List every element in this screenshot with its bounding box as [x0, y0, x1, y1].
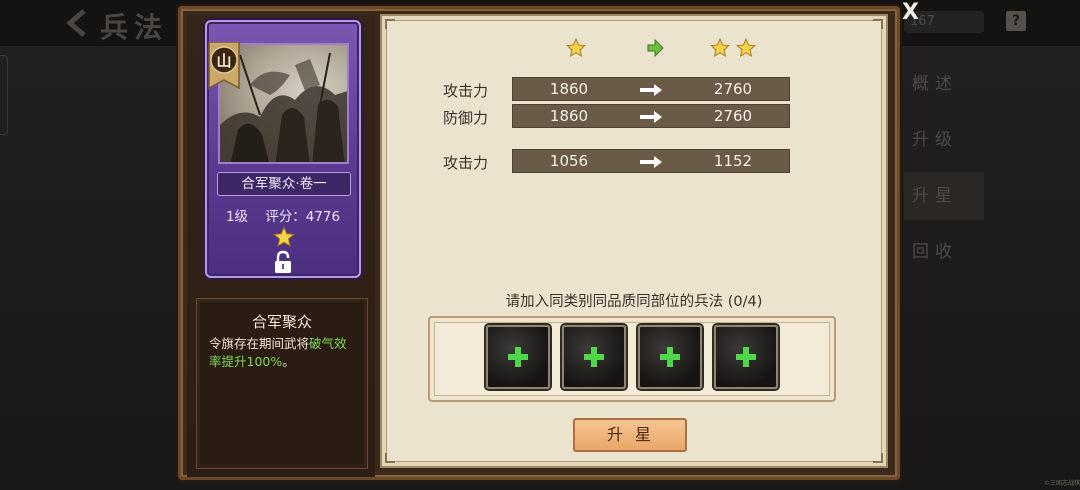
tab-level-up[interactable]: 升级: [904, 116, 984, 164]
arrow-right-icon: [640, 84, 662, 96]
star-icon: [273, 226, 295, 247]
tab-star-up[interactable]: 升星: [904, 172, 984, 220]
plus-icon: [736, 347, 756, 367]
card-level: 1级: [225, 209, 249, 225]
description-text: 令旗存在期间武将破气效率提升100%。: [209, 336, 347, 369]
panel-corner: [873, 453, 883, 463]
card-level-score: 1级 评分：4776: [207, 205, 359, 225]
material-slot[interactable]: [562, 325, 626, 389]
left-edge-tab: [0, 55, 8, 135]
plus-icon: [584, 347, 604, 367]
help-button[interactable]: ?: [1006, 11, 1026, 31]
panel-corner: [873, 19, 883, 29]
plus-icon: [660, 347, 680, 367]
arrow-right-icon: [640, 111, 662, 123]
arrow-right-icon: [647, 38, 664, 58]
stat-from: 1860: [549, 107, 589, 125]
stat-label-attack-2: 攻击力: [443, 154, 489, 172]
stat-bar-attack: 1860 2760: [512, 77, 790, 101]
star-up-button[interactable]: 升星: [573, 418, 687, 452]
page-title: 兵法: [100, 11, 169, 44]
stat-to: 1152: [713, 152, 753, 170]
watermark: ©三国志战棋: [1044, 480, 1080, 487]
close-button[interactable]: X: [902, 0, 919, 25]
panel-corner: [385, 453, 395, 463]
tactic-card[interactable]: 山 合军聚众·卷一 1级 评分：4776: [205, 20, 361, 278]
card-score-label: 评分：: [265, 209, 306, 225]
tab-recycle[interactable]: 回收: [904, 228, 984, 276]
stat-to: 2760: [713, 107, 753, 125]
stat-bar-defense: 1860 2760: [512, 104, 790, 128]
stat-from: 1056: [549, 152, 589, 170]
next-star-icon: [736, 38, 756, 58]
material-slot[interactable]: [638, 325, 702, 389]
stat-from: 1860: [549, 80, 589, 98]
tab-overview[interactable]: 概述: [904, 60, 984, 108]
stat-bar-attack-2: 1056 1152: [512, 149, 790, 173]
description-title: 合军聚众: [251, 313, 312, 331]
next-star-icon: [710, 38, 730, 58]
material-slot[interactable]: [714, 325, 778, 389]
material-slot[interactable]: [486, 325, 550, 389]
stat-label-defense: 防御力: [443, 109, 489, 127]
chevron-left-icon: [66, 9, 86, 37]
current-star-icon: [566, 38, 586, 58]
plus-icon: [508, 347, 528, 367]
stat-label-attack: 攻击力: [443, 82, 489, 100]
lock-icon[interactable]: [273, 250, 293, 274]
arrow-right-icon: [640, 156, 662, 168]
tactic-description-box: 合军聚众 令旗存在期间武将破气效率提升100%。: [196, 298, 368, 469]
badge-label: 山: [216, 52, 231, 70]
back-button[interactable]: [64, 8, 90, 45]
material-hint: 请加入同类别同品质同部位的兵法 (0/4): [505, 294, 763, 310]
card-name: 合军聚众·卷一: [217, 172, 351, 196]
panel-corner: [385, 19, 395, 29]
card-score: 4776: [305, 209, 341, 225]
mountain-badge: 山: [207, 41, 241, 94]
stat-to: 2760: [713, 80, 753, 98]
